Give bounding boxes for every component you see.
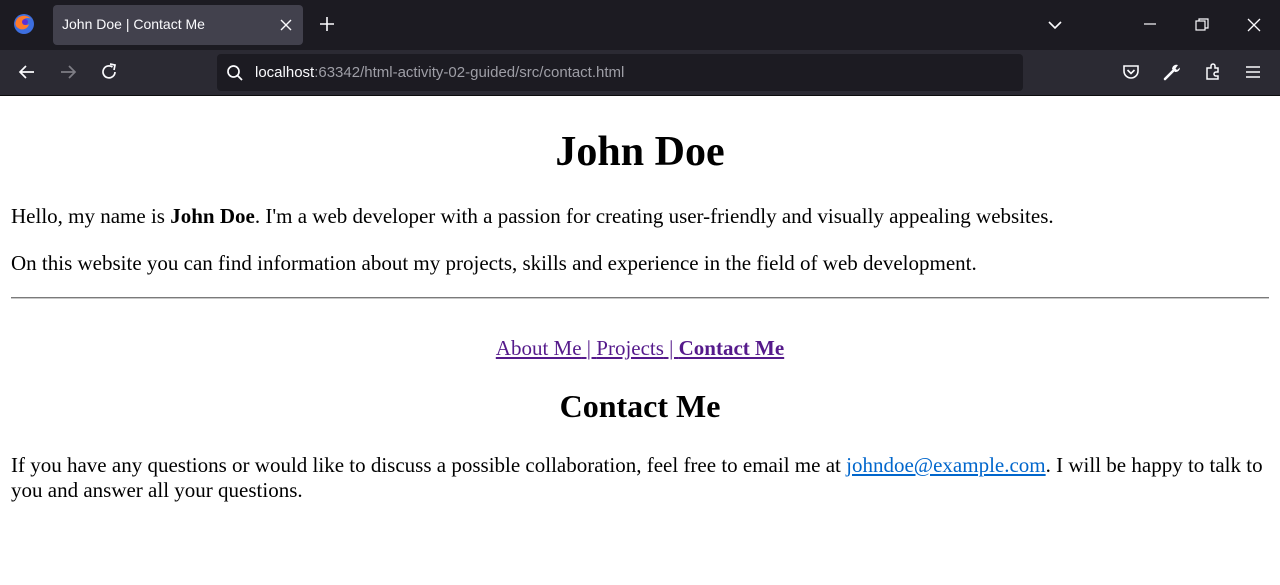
contact-paragraph: If you have any questions or would like …: [11, 453, 1269, 503]
section-title: Contact Me: [559, 388, 721, 424]
nav-link-projects[interactable]: Projects: [596, 336, 664, 360]
about-paragraph: On this website you can find information…: [11, 251, 977, 275]
hamburger-menu-icon[interactable]: [1243, 62, 1263, 82]
reload-icon[interactable]: [99, 62, 119, 82]
intro-text-end: . I'm a web developer with a passion for…: [254, 204, 1054, 228]
search-icon: [227, 65, 243, 81]
page-content: John Doe Hello, my name is John Doe. I'm…: [0, 96, 1280, 585]
nav-link-about[interactable]: About Me: [496, 336, 582, 360]
nav-separator: |: [581, 336, 597, 360]
pocket-icon[interactable]: [1121, 62, 1141, 82]
restore-icon[interactable]: [1193, 16, 1211, 34]
intro-text-start: Hello, my name is: [11, 204, 171, 228]
active-tab[interactable]: John Doe | Contact Me: [53, 5, 303, 45]
plus-icon[interactable]: [318, 15, 336, 33]
contact-text-start: If you have any questions or would like …: [11, 453, 847, 477]
email-link[interactable]: johndoe@example.com: [846, 453, 1046, 477]
chevron-down-icon[interactable]: [1046, 16, 1064, 34]
tab-bar: John Doe | Contact Me: [0, 0, 1280, 50]
address-bar[interactable]: localhost:63342/html-activity-02-guided/…: [217, 54, 1023, 91]
page-title: John Doe: [555, 129, 725, 175]
wrench-icon[interactable]: [1162, 62, 1182, 82]
close-icon[interactable]: [1245, 16, 1263, 34]
forward-arrow-icon[interactable]: [58, 62, 78, 82]
url-host: localhost: [255, 64, 315, 81]
site-navigation: About Me | Projects | Contact Me: [0, 336, 1280, 360]
intro-name: John Doe: [170, 204, 255, 228]
navigation-toolbar: localhost:63342/html-activity-02-guided/…: [0, 50, 1280, 96]
firefox-logo[interactable]: [12, 12, 36, 36]
close-icon[interactable]: [279, 18, 293, 32]
back-arrow-icon[interactable]: [17, 62, 37, 82]
nav-link-contact[interactable]: Contact Me: [679, 336, 785, 360]
url-path: :63342/html-activity-02-guided/src/conta…: [314, 64, 625, 81]
horizontal-divider: [11, 297, 1269, 299]
url-text[interactable]: localhost:63342/html-activity-02-guided/…: [255, 64, 624, 81]
intro-paragraph: Hello, my name is John Doe. I'm a web de…: [11, 204, 1054, 228]
tab-title: John Doe | Contact Me: [62, 16, 205, 32]
extensions-icon[interactable]: [1203, 62, 1223, 82]
minimize-icon[interactable]: [1141, 16, 1159, 34]
nav-separator: |: [663, 336, 679, 360]
